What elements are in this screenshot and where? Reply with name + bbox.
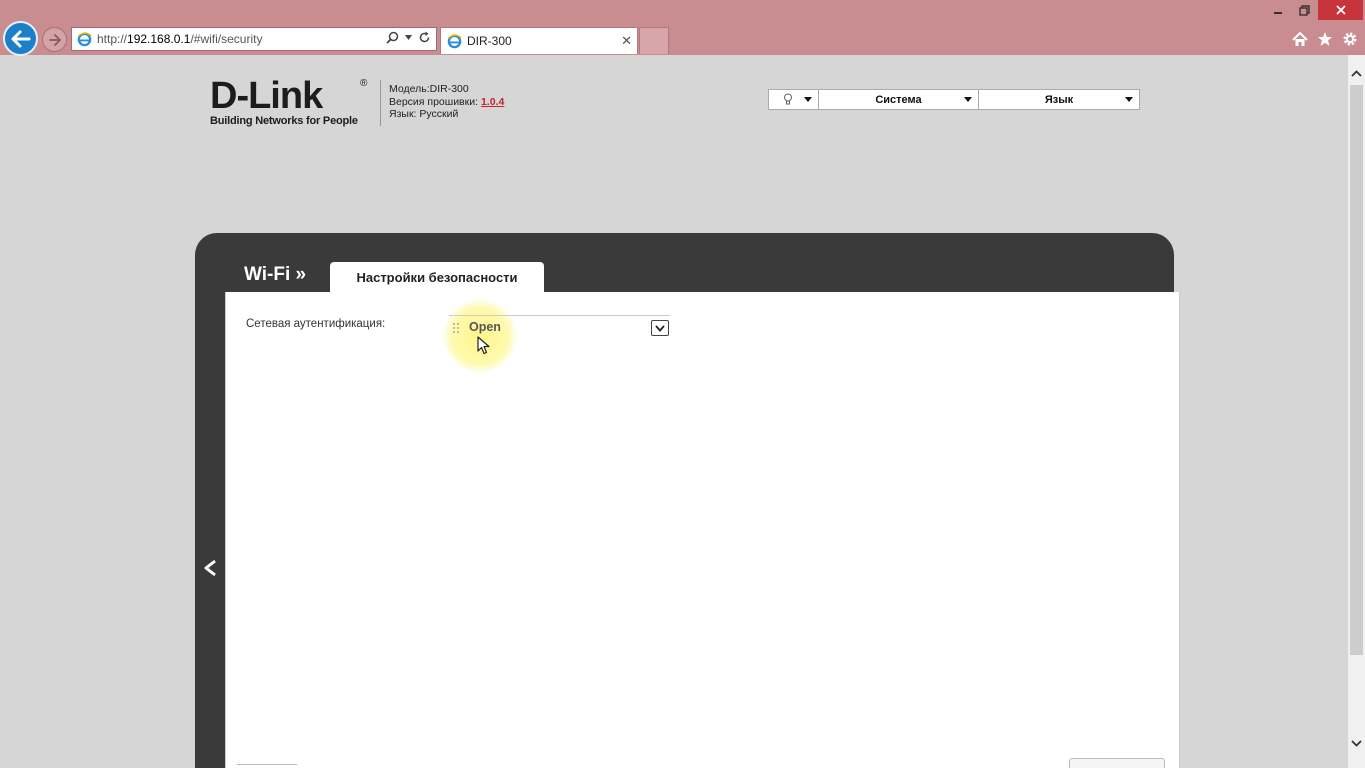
settings-button[interactable] [1341,30,1359,48]
system-menu[interactable]: Система [819,90,979,109]
minimize-icon [1274,12,1282,14]
scroll-thumb[interactable] [1350,85,1363,655]
home-icon [1292,31,1308,46]
language-menu[interactable]: Язык [979,90,1139,109]
address-bar[interactable]: http://192.168.0.1/#wifi/security [71,27,437,51]
sidebar-toggle[interactable] [202,558,218,578]
device-info: Модель:DIR-300 Версия прошивки: 1.0.4 Яз… [389,83,504,121]
chevron-up-icon [1351,70,1362,77]
address-url: http://192.168.0.1/#wifi/security [97,32,262,46]
header-divider [380,80,381,126]
bottom-left-button[interactable] [237,764,297,768]
chevron-down-icon[interactable] [405,35,412,40]
registered-mark: ® [360,78,368,89]
tab-title: DIR-300 [467,34,512,48]
star-icon [1318,32,1332,46]
browser-chrome: http://192.168.0.1/#wifi/security DIR-30… [0,0,1365,56]
gear-icon [1343,32,1357,46]
top-menu: Система Язык [768,89,1140,110]
model-value: DIR-300 [429,83,469,95]
firmware-version-link[interactable]: 1.0.4 [481,96,504,108]
language-line: Язык: Русский [389,108,504,121]
chevron-down-icon [964,97,972,102]
model-line: Модель:DIR-300 [389,83,504,96]
chevron-down-icon [804,97,812,102]
dlink-logo: D-Link ® Building Networks for People [210,75,375,130]
arrow-left-icon [11,30,30,47]
language-label: Язык: [389,108,417,120]
logo-tagline: Building Networks for People [210,115,358,127]
scroll-down-button[interactable] [1348,735,1365,752]
chevron-down-icon [655,324,665,332]
firmware-line: Версия прошивки: 1.0.4 [389,96,504,109]
restore-button[interactable] [1291,0,1317,20]
url-prefix: http:// [97,32,128,46]
close-window-button[interactable] [1318,0,1363,20]
arrow-right-icon [48,33,61,46]
close-tab-icon[interactable]: ✕ [621,33,632,49]
apply-button[interactable] [1069,758,1165,768]
favorites-button[interactable] [1316,30,1334,48]
search-icon[interactable] [386,31,399,44]
minimize-button[interactable] [1265,0,1291,20]
system-menu-label: Система [875,93,922,106]
language-value: Русский [419,108,459,120]
home-button[interactable] [1291,30,1309,48]
close-icon [1335,5,1346,15]
model-label: Модель: [389,83,430,95]
drag-handle-icon [453,323,459,333]
url-path: /#wifi/security [190,32,263,46]
auth-selected-value: Open [469,320,501,334]
auth-select[interactable]: Open [449,315,670,337]
scroll-up-button[interactable] [1348,65,1365,82]
forward-button[interactable] [42,27,67,52]
tab-dir-300[interactable]: DIR-300 ✕ [440,27,638,54]
address-tools [386,31,431,44]
language-menu-label: Язык [1044,93,1074,106]
chevron-down-icon [1125,97,1133,102]
auth-dropdown-button[interactable] [651,320,669,336]
chevron-down-icon [1351,740,1362,747]
vertical-scrollbar[interactable] [1348,55,1365,768]
notifications-menu[interactable] [769,90,819,109]
ie-icon [77,31,92,46]
mouse-cursor-icon [477,336,490,355]
back-button[interactable] [3,21,38,56]
content-area [225,292,1180,768]
logo-wordmark: D-Link [210,75,323,117]
refresh-icon[interactable] [418,31,431,44]
restore-icon [1298,4,1310,16]
ie-icon [447,33,462,48]
section-title[interactable]: Wi-Fi » [244,264,306,286]
tab-security-settings[interactable]: Настройки безопасности [330,262,544,293]
chevron-left-icon [204,559,216,577]
url-host: 192.168.0.1 [127,32,191,46]
auth-label: Сетевая аутентификация: [246,318,386,330]
new-tab-button[interactable] [639,27,669,54]
firmware-label: Версия прошивки: [389,95,479,108]
bulb-icon [783,93,792,105]
